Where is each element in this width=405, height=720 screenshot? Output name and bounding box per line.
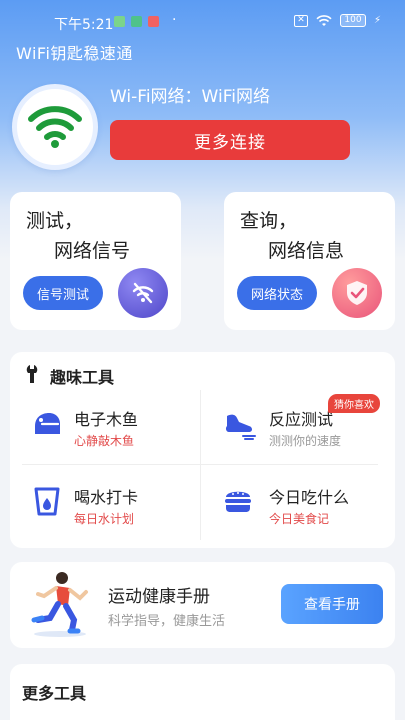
more-tools-title: 更多工具 [22,684,87,703]
burger-icon [225,491,251,512]
signal-test-button[interactable]: 信号测试 [23,276,103,310]
info-card-line1: 查询， [240,210,298,232]
runner-illustration [31,572,88,637]
signal-test-card[interactable]: 测试， 网络信号 信号测试 [10,192,181,330]
tool-item-wooden-fish[interactable]: 电子木鱼 心静敲木鱼 [10,392,200,464]
tool-subtitle: 每日水计划 [74,512,135,526]
wooden-fish-icon [35,413,60,434]
signal-off-icon [118,268,168,318]
notification-icon-3 [148,16,159,27]
status-right-group: ✕ 100 ⚡ [293,14,381,27]
battery-icon: 100 [339,14,366,27]
water-cup-icon [34,487,60,516]
wrench-icon [26,365,38,383]
charging-icon: ⚡ [373,15,381,26]
tool-item-water-checkin[interactable]: 喝水打卡 每日水计划 [10,466,200,542]
tool-name: 今日吃什么 [269,488,350,507]
notification-icon-1 [114,16,125,27]
running-shoe-icon [225,414,256,440]
no-sim-icon: ✕ [293,14,308,27]
tool-subtitle: 测测你的速度 [269,434,342,448]
more-connections-button[interactable]: 更多连接 [110,120,350,160]
tool-name: 反应测试 [269,410,334,429]
tool-name: 电子木鱼 [74,410,139,429]
tools-divider-horizontal [22,464,378,465]
health-manual-subtitle: 科学指导，健康生活 [108,614,226,629]
fun-tools-title: 趣味工具 [50,368,115,387]
tool-subtitle: 今日美食记 [269,512,330,526]
health-manual-card[interactable]: 运动健康手册 科学指导，健康生活 查看手册 [10,562,395,648]
signal-card-line1: 测试， [26,210,84,232]
tool-subtitle: 心静敲木鱼 [74,434,135,448]
wifi-icon [28,106,82,148]
tool-item-what-to-eat[interactable]: 今日吃什么 今日美食记 [201,466,395,542]
status-bar: 下午5:21 · ✕ 100 ⚡ [0,0,405,34]
network-name-label: Wi-Fi网络：WiFi网络 [110,87,270,107]
fun-tools-section: 趣味工具 电子木鱼 心静敲木鱼 反应测试 测测你的速度 猜你喜欢 喝水打卡 每日… [10,352,395,548]
health-manual-title: 运动健康手册 [108,587,210,607]
app-title: WiFi钥匙稳速通 [16,44,133,63]
wifi-status-badge [12,84,98,170]
view-manual-button[interactable]: 查看手册 [281,584,383,624]
status-time: 下午5:21 [54,17,114,33]
shield-icon [332,268,382,318]
wifi-status-icon [316,14,332,26]
more-tools-section: 更多工具 [10,664,395,720]
network-status-button[interactable]: 网络状态 [237,276,317,310]
notification-icon-2 [131,16,142,27]
recommend-badge: 猜你喜欢 [328,394,380,413]
network-info-card[interactable]: 查询， 网络信息 网络状态 [224,192,395,330]
signal-card-line2: 网络信号 [54,240,131,262]
info-card-line2: 网络信息 [268,240,345,262]
status-dot: · [172,12,177,28]
tool-name: 喝水打卡 [74,488,139,507]
